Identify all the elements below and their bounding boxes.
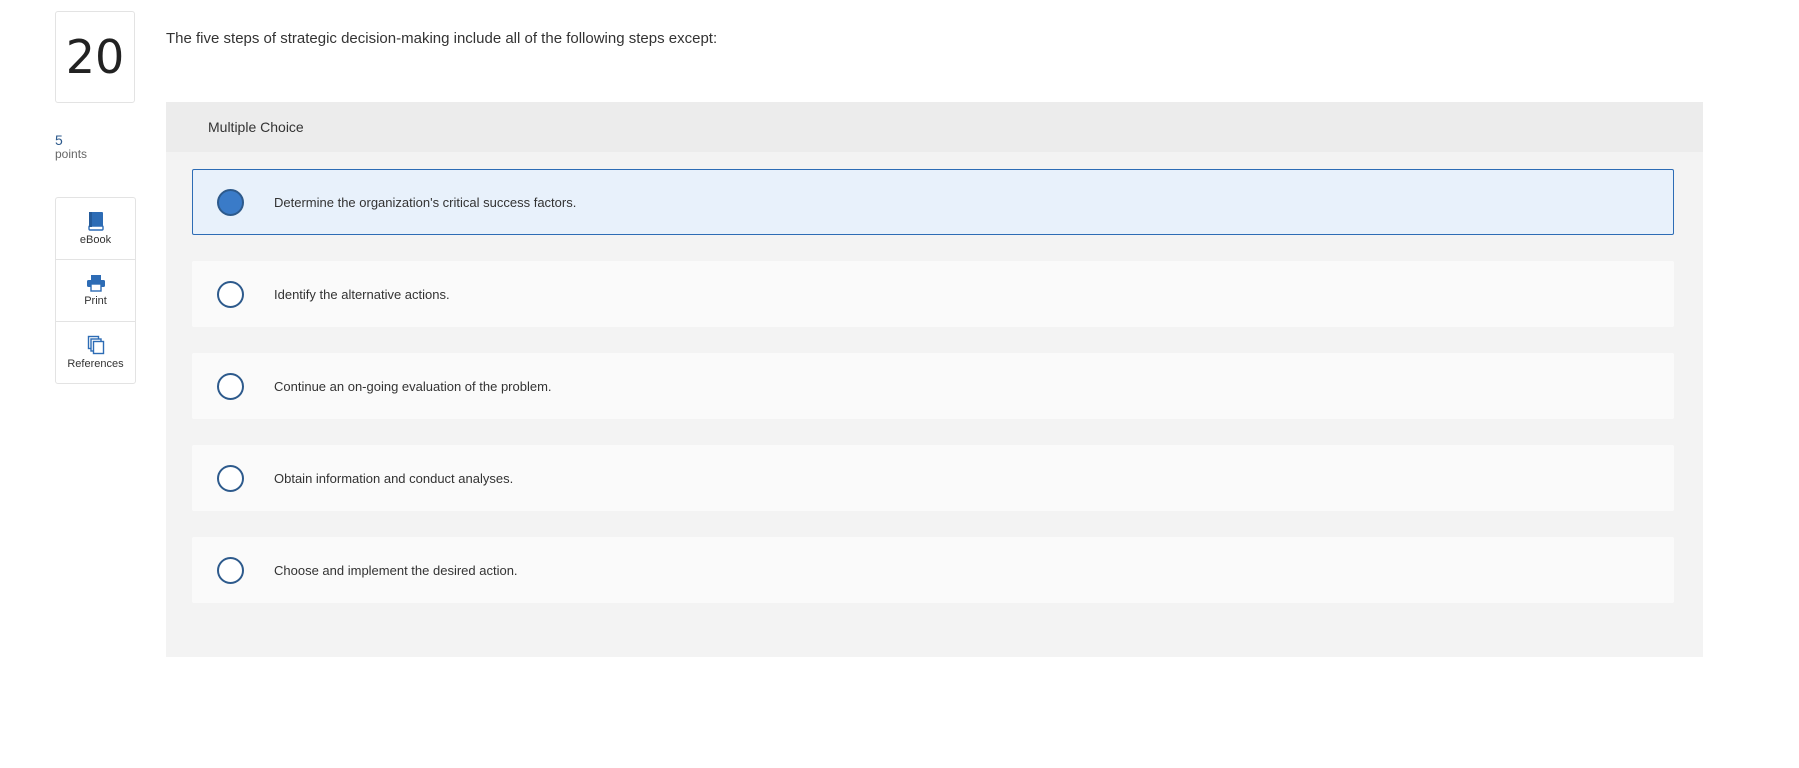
points-value: 5 — [55, 132, 63, 148]
printer-icon — [86, 275, 105, 292]
answer-option-text: Obtain information and conduct analyses. — [274, 470, 514, 486]
book-icon — [87, 212, 104, 231]
radio-button-selected[interactable] — [217, 188, 244, 216]
answer-option-3[interactable]: Continue an on-going evaluation of the p… — [192, 353, 1674, 419]
question-page: 20 5 points eBook Print References The f… — [0, 0, 1799, 768]
print-label: Print — [84, 295, 107, 307]
answer-option-text: Determine the organization's critical su… — [274, 194, 577, 210]
answer-option-2[interactable]: Identify the alternative actions. — [192, 261, 1674, 327]
ebook-label: eBook — [79, 234, 112, 246]
answer-option-1[interactable]: Determine the organization's critical su… — [192, 169, 1674, 235]
radio-button[interactable] — [217, 280, 244, 308]
radio-button[interactable] — [217, 464, 244, 492]
answer-option-text: Choose and implement the desired action. — [274, 562, 518, 578]
radio-button[interactable] — [217, 372, 244, 400]
radio-button[interactable] — [217, 556, 244, 584]
question-prompt: The five steps of strategic decision-mak… — [166, 30, 718, 47]
answer-option-text: Continue an on-going evaluation of the p… — [274, 378, 552, 394]
print-button[interactable]: Print — [56, 260, 135, 322]
points-block: 5 points — [55, 132, 87, 162]
copy-icon — [87, 335, 104, 355]
references-label: References — [67, 358, 124, 370]
points-label: points — [55, 147, 88, 162]
multiple-choice-header: Multiple Choice — [166, 102, 1703, 152]
answer-option-4[interactable]: Obtain information and conduct analyses. — [192, 445, 1674, 511]
ebook-button[interactable]: eBook — [56, 198, 135, 260]
answer-option-text: Identify the alternative actions. — [274, 286, 450, 302]
references-button[interactable]: References — [56, 322, 135, 383]
answer-option-5[interactable]: Choose and implement the desired action. — [192, 537, 1674, 603]
question-tools: eBook Print References — [55, 197, 136, 384]
multiple-choice-panel: Multiple Choice Determine the organizati… — [166, 102, 1703, 657]
question-number: 20 — [55, 11, 135, 103]
